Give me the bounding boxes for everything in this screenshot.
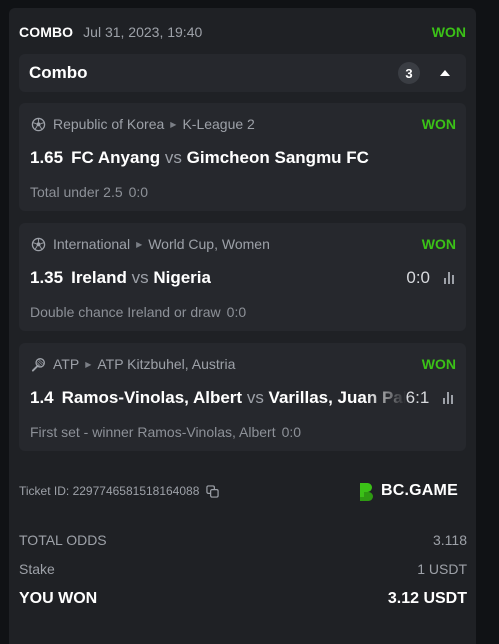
selection-odds: 1.4: [30, 388, 54, 407]
soccer-ball-icon: [31, 237, 46, 252]
final-score: 0:0: [281, 424, 302, 440]
ticket-info: Ticket ID: 2297746581518164088: [19, 484, 220, 498]
chevron-right-icon: ▶: [170, 119, 177, 129]
away-team: Gimcheon Sangmu FC: [186, 148, 369, 167]
selection-league: Republic of Korea ▶ K-League 2 WON: [31, 115, 456, 133]
market-label: Double chance Ireland or draw: [30, 304, 221, 320]
selection-league: International ▶ World Cup, Women WON: [31, 235, 456, 253]
ticket-id: 2297746581518164088: [72, 484, 200, 498]
bc-game-logo: BC.GAME: [356, 480, 458, 502]
selection-card: ATP ▶ ATP Kitzbuhel, Austria WON 1.4 Ram…: [19, 343, 466, 451]
chevron-right-icon: ▶: [136, 239, 143, 249]
live-score: 6:1: [405, 388, 430, 407]
vs-label: vs: [246, 388, 264, 407]
country-label: International: [53, 236, 131, 252]
brand-name: BC.GAME: [381, 482, 458, 499]
bc-game-logo-icon: [360, 483, 373, 501]
bet-status: WON: [431, 24, 466, 40]
copy-icon[interactable]: [206, 484, 220, 498]
vs-label: vs: [164, 148, 182, 167]
stats-icon[interactable]: [444, 272, 454, 284]
combo-toggle[interactable]: Combo 3: [19, 54, 466, 92]
selection-card: International ▶ World Cup, Women WON 1.3…: [19, 223, 466, 331]
total-odds-row: TOTAL ODDS 3.118: [19, 532, 467, 548]
bet-card: COMBO Jul 31, 2023, 19:40 WON Combo 3 Re…: [9, 8, 476, 644]
league-label: World Cup, Women: [148, 236, 270, 252]
stake-label: Stake: [19, 561, 55, 577]
selection-match: 1.65 FC Anyang vs Gimcheon Sangmu FC: [30, 147, 454, 169]
market-label: First set - winner Ramos-Vinolas, Albert: [30, 424, 276, 440]
caret-up-icon[interactable]: [440, 70, 450, 76]
bet-header: COMBO Jul 31, 2023, 19:40 WON: [19, 22, 466, 42]
country-label: ATP: [53, 356, 80, 372]
final-score: 0:0: [128, 184, 149, 200]
home-team: Ireland: [71, 268, 127, 287]
match-teams[interactable]: Ramos-Vinolas, Albert vs Varillas, Juan …: [62, 388, 406, 408]
vs-label: vs: [131, 268, 149, 287]
total-odds-label: TOTAL ODDS: [19, 532, 107, 548]
bet-type: COMBO: [19, 24, 74, 40]
selection-status: WON: [421, 116, 456, 132]
tennis-racket-icon: [31, 357, 46, 372]
market-label: Total under 2.5: [30, 184, 123, 200]
won-value: 3.12 USDT: [387, 590, 467, 607]
chevron-right-icon: ▶: [85, 359, 92, 369]
selection-market: First set - winner Ramos-Vinolas, Albert…: [30, 424, 301, 440]
selection-match: 1.4 Ramos-Vinolas, Albert vs Varillas, J…: [30, 387, 454, 409]
league-label: ATP Kitzbuhel, Austria: [97, 356, 236, 372]
stake-row: Stake 1 USDT: [19, 561, 467, 577]
selection-match: 1.35 Ireland vs Nigeria 0:0: [30, 267, 454, 289]
league-label: K-League 2: [182, 116, 255, 132]
selection-count-badge: 3: [398, 62, 420, 84]
away-team: Nigeria: [153, 268, 211, 287]
stake-value: 1 USDT: [417, 561, 467, 577]
final-score: 0:0: [226, 304, 247, 320]
selection-market: Total under 2.5 0:0: [30, 184, 148, 200]
match-teams[interactable]: Ireland vs Nigeria: [71, 268, 211, 288]
selection-odds: 1.65: [30, 148, 64, 167]
ticket-label: Ticket ID:: [19, 484, 70, 498]
live-score: 0:0: [406, 268, 430, 287]
won-row: YOU WON 3.12 USDT: [19, 590, 467, 608]
won-label: YOU WON: [19, 590, 98, 607]
home-team: Ramos-Vinolas, Albert: [61, 388, 243, 407]
selection-market: Double chance Ireland or draw 0:0: [30, 304, 246, 320]
soccer-ball-icon: [31, 117, 46, 132]
home-team: FC Anyang: [71, 148, 161, 167]
total-odds-value: 3.118: [433, 532, 467, 548]
selection-status: WON: [421, 356, 456, 372]
selection-card: Republic of Korea ▶ K-League 2 WON 1.65 …: [19, 103, 466, 211]
away-team: Varillas, Juan Pablo: [268, 388, 406, 407]
match-teams[interactable]: FC Anyang vs Gimcheon Sangmu FC: [71, 148, 369, 168]
bet-date: Jul 31, 2023, 19:40: [83, 24, 203, 40]
selection-status: WON: [421, 236, 456, 252]
combo-title: Combo: [29, 63, 88, 82]
stats-icon[interactable]: [443, 392, 454, 404]
selection-odds: 1.35: [30, 268, 64, 287]
country-label: Republic of Korea: [53, 116, 165, 132]
selection-league: ATP ▶ ATP Kitzbuhel, Austria WON: [31, 355, 456, 373]
